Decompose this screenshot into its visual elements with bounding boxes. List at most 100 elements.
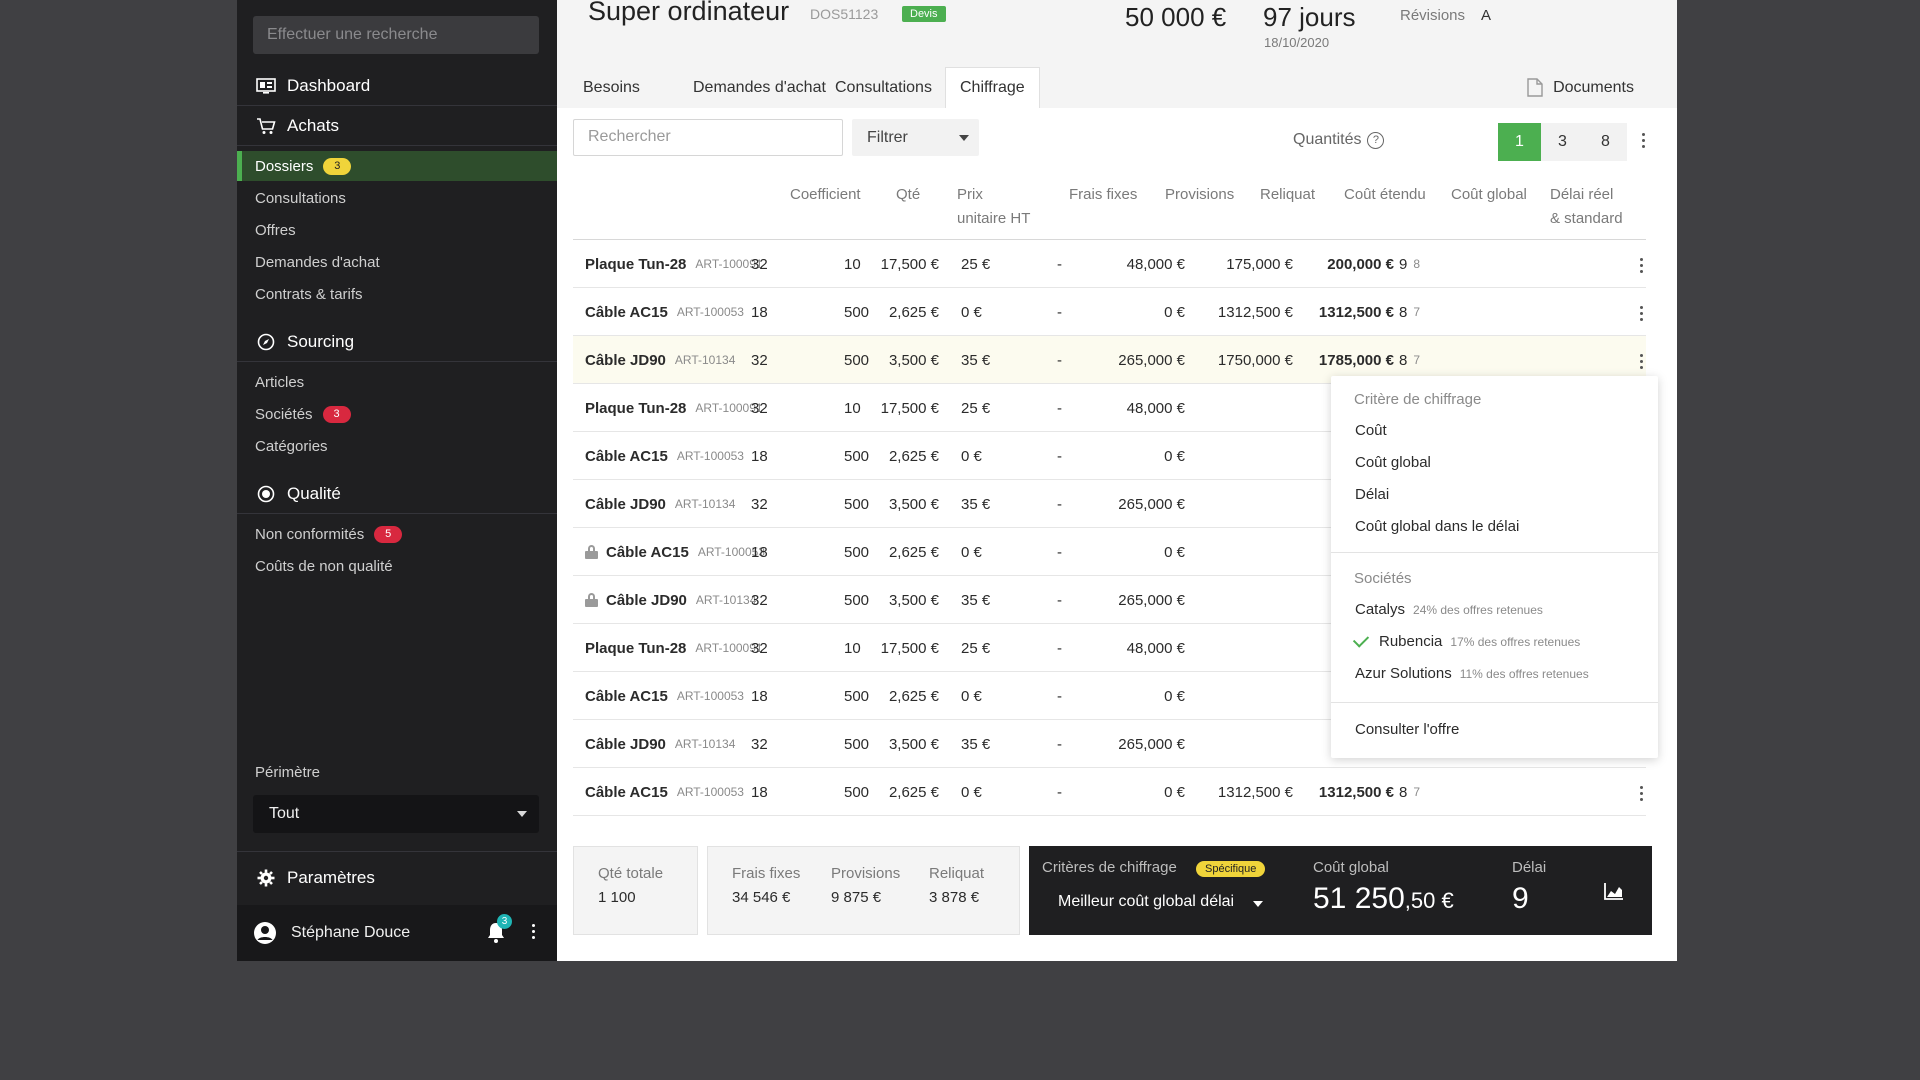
header-amount: 50 000 € — [1125, 2, 1227, 32]
count-badge: 3 — [323, 157, 352, 175]
qte-cell: 500 — [844, 591, 870, 609]
article-cell: Câble AC15 ART-100053 — [585, 432, 744, 480]
sidebar-search-input[interactable]: Effectuer une recherche — [253, 16, 539, 54]
coefficient-cell: 18 — [751, 303, 768, 321]
delai-standard: 7 — [1413, 353, 1421, 367]
sidebar-item-offres[interactable]: Offres — [237, 215, 557, 245]
row-menu-button[interactable] — [1638, 258, 1644, 273]
sidebar-section-label: Achats — [287, 115, 339, 135]
article-ref: ART-10134 — [695, 593, 757, 607]
article-name[interactable]: Plaque Tun-28 — [585, 640, 686, 657]
menu-item-cout-global[interactable]: Coût global — [1355, 454, 1431, 471]
chart-icon[interactable] — [1604, 882, 1624, 905]
tab-besoins[interactable]: Besoins — [569, 67, 654, 108]
row-action-menu: Critère de chiffrage Coût Coût global Dé… — [1331, 376, 1658, 758]
frais-cell: 35 € — [961, 591, 991, 609]
tab-chiffrage[interactable]: Chiffrage — [945, 67, 1040, 108]
summary-value: 9 875 € — [831, 889, 882, 906]
prix-cell: 2,625 € — [888, 783, 939, 801]
revisions-value[interactable]: A — [1481, 7, 1491, 24]
sidebar-item-dossiers[interactable]: Dossiers 3 — [237, 151, 557, 181]
filter-select[interactable]: Filtrer — [852, 119, 979, 156]
status-badge: Devis — [902, 6, 946, 22]
table-row[interactable]: Plaque Tun-28 ART-100091 32 10 17,500 € 25 € -… — [573, 240, 1646, 288]
notifications-button[interactable]: 3 — [485, 914, 512, 944]
tab-consultations[interactable]: Consultations — [821, 67, 946, 108]
sidebar-item-label: Dossiers — [255, 157, 314, 175]
help-icon[interactable]: ? — [1367, 131, 1385, 149]
table-row[interactable]: Câble AC15 ART-100053 18 500 2,625 € 0 € - 0 € 1… — [573, 768, 1646, 816]
article-name[interactable]: Câble AC15 — [585, 448, 668, 465]
reliquat-cell: 265,000 € — [1118, 351, 1185, 369]
col-header-delai: Délai réel & standard — [1550, 183, 1623, 231]
sidebar-section-sourcing[interactable]: Sourcing — [237, 322, 557, 362]
sidebar-item-non-conformites[interactable]: Non conformités 5 — [237, 519, 557, 549]
gear-icon — [255, 867, 277, 889]
quantity-button-8[interactable]: 8 — [1584, 123, 1627, 161]
col-header-reliquat: Reliquat — [1260, 186, 1316, 203]
menu-item-cout-global-delai[interactable]: Coût global dans le délai — [1355, 518, 1519, 535]
article-name[interactable]: Câble AC15 — [585, 784, 668, 801]
prix-cell: 17,500 € — [880, 399, 939, 417]
delai-reel: 8 — [1399, 303, 1408, 321]
societe-name: Catalys — [1355, 601, 1406, 618]
sidebar-item-parametres[interactable]: Paramètres — [237, 858, 557, 898]
menu-item-consulter-offre[interactable]: Consulter l'offre — [1355, 721, 1459, 738]
cout-integer: 51 250 — [1313, 882, 1405, 915]
delai-cell: 87 — [1399, 768, 1420, 816]
menu-item-rubencia[interactable]: Rubencia 17% des offres retenues — [1379, 633, 1580, 650]
avatar[interactable] — [253, 921, 277, 945]
row-menu-button[interactable] — [1638, 354, 1644, 369]
search-input[interactable]: Rechercher — [573, 119, 843, 156]
article-name[interactable]: Câble AC15 — [585, 304, 668, 321]
quantity-button-3[interactable]: 3 — [1541, 123, 1584, 161]
tab-demandes-achat[interactable]: Demandes d'achat — [679, 67, 840, 108]
menu-item-cout[interactable]: Coût — [1355, 422, 1387, 439]
prix-cell: 2,625 € — [888, 447, 939, 465]
article-name[interactable]: Plaque Tun-28 — [585, 400, 686, 417]
article-name[interactable]: Câble JD90 — [585, 352, 666, 369]
row-menu-button[interactable] — [1638, 786, 1644, 801]
article-name[interactable]: Plaque Tun-28 — [585, 256, 686, 273]
sidebar-section-achats[interactable]: Achats — [237, 106, 557, 146]
sidebar-item-dashboard[interactable]: Dashboard — [237, 66, 557, 106]
sidebar-item-consultations[interactable]: Consultations — [237, 183, 557, 213]
row-menu-button[interactable] — [1638, 306, 1644, 321]
header-days: 97 jours — [1263, 2, 1356, 32]
criteres-select[interactable]: Meilleur coût global délai — [1058, 893, 1234, 911]
user-menu-button[interactable] — [530, 924, 536, 939]
table-row[interactable]: Câble AC15 ART-100053 18 500 2,625 € 0 € - 0 € 1… — [573, 288, 1646, 336]
article-ref: ART-10134 — [674, 353, 736, 367]
perimetre-value: Tout — [269, 805, 300, 822]
reliquat-cell: 48,000 € — [1126, 639, 1185, 657]
sidebar-item-couts-non-qualite[interactable]: Coûts de non qualité — [237, 551, 557, 581]
tab-documents[interactable]: Documents — [1527, 67, 1634, 108]
sidebar-item-demandes-achat[interactable]: Demandes d'achat — [237, 247, 557, 277]
article-ref: ART-100053 — [676, 305, 744, 319]
sidebar-item-societes[interactable]: Sociétés 3 — [237, 399, 557, 429]
quantity-button-1[interactable]: 1 — [1498, 123, 1541, 161]
sidebar-item-categories[interactable]: Catégories — [237, 431, 557, 461]
delai-reel: 9 — [1399, 255, 1408, 273]
menu-item-azur-solutions[interactable]: Azur Solutions 11% des offres retenues — [1355, 665, 1589, 682]
cart-icon — [255, 115, 277, 137]
summary-value: 34 546 € — [732, 889, 791, 906]
col-header-prix-line1: Prix — [957, 186, 983, 203]
article-name[interactable]: Câble AC15 — [585, 688, 668, 705]
menu-item-catalys[interactable]: Catalys 24% des offres retenues — [1355, 601, 1543, 618]
more-options-button[interactable] — [1640, 133, 1646, 148]
perimetre-select[interactable]: Tout — [253, 795, 539, 833]
chevron-down-icon — [517, 811, 527, 817]
article-name[interactable]: Câble JD90 — [585, 496, 666, 513]
checkmark-icon — [1352, 631, 1370, 648]
provisions-cell: - — [1057, 303, 1062, 321]
sidebar-item-articles[interactable]: Articles — [237, 367, 557, 397]
menu-item-delai[interactable]: Délai — [1355, 486, 1389, 503]
delai-standard: 7 — [1413, 305, 1421, 319]
col-header-coefficient: Coefficient — [790, 186, 861, 203]
sidebar-item-contrats-tarifs[interactable]: Contrats & tarifs — [237, 279, 557, 309]
article-name[interactable]: Câble AC15 — [606, 544, 689, 561]
article-name[interactable]: Câble JD90 — [606, 592, 687, 609]
sidebar-section-qualite[interactable]: Qualité — [237, 474, 557, 514]
article-name[interactable]: Câble JD90 — [585, 736, 666, 753]
